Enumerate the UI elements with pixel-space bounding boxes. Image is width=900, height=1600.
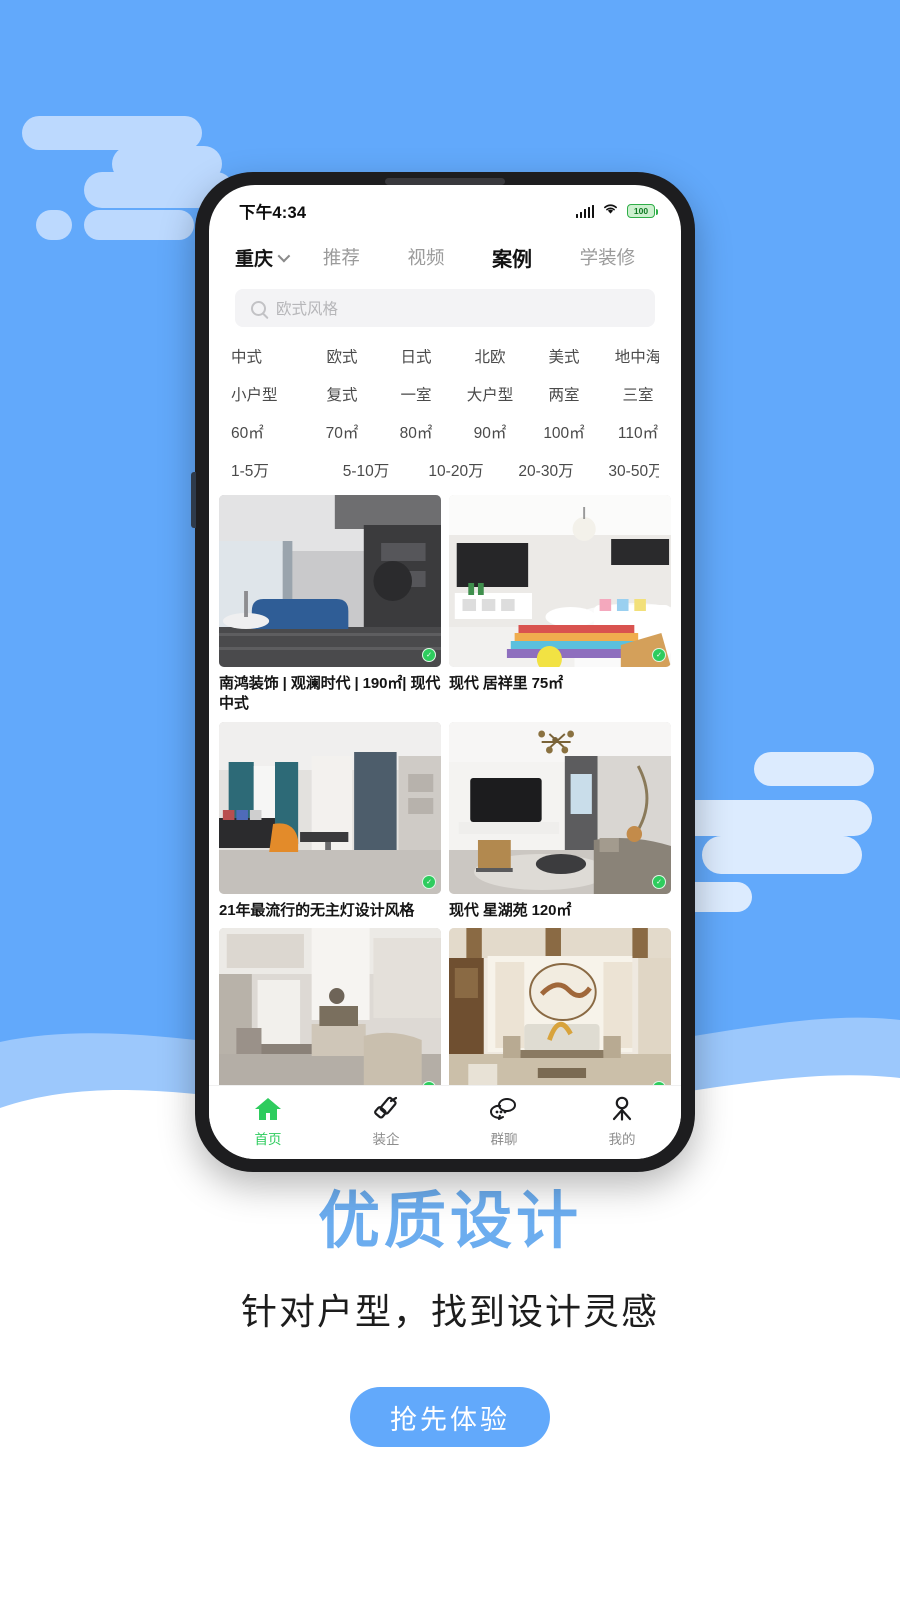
filter-row-layout: 小户型 复式 一室 大户型 两室 三室 <box>231 375 659 413</box>
filter-section: 中式 欧式 日式 北欧 美式 地中海 小户型 复式 一室 大户型 两室 三室 6… <box>209 337 681 489</box>
filter-chip[interactable]: 两室 <box>527 383 601 405</box>
filter-chip[interactable]: 北欧 <box>453 345 527 367</box>
home-icon <box>253 1094 283 1124</box>
city-label: 重庆 <box>235 248 274 270</box>
case-title: 21年最流行的无主灯设计风格 <box>219 901 415 919</box>
search-icon <box>251 300 266 316</box>
filter-chip[interactable]: 复式 <box>305 383 379 405</box>
case-card[interactable]: ✓ 21年最流行的无主灯设计风格 <box>219 721 441 921</box>
status-icons: 100 <box>575 202 659 220</box>
case-card[interactable]: ✓ 现代 星湖苑 120㎡ <box>449 721 671 921</box>
filter-row-style: 中式 欧式 日式 北欧 美式 地中海 <box>231 337 659 375</box>
bottom-navigation: 首页 装企 群聊 我的 <box>209 1085 681 1159</box>
wifi-icon <box>602 202 619 220</box>
phone-mockup: 下午4:34 100 重庆 推荐 视频 案例 学装修 欧式风格 中式 欧式 日式… <box>191 172 695 1172</box>
cloud-bar <box>112 146 222 182</box>
case-card[interactable]: ✓ 现代 居祥里 75㎡ <box>449 495 671 714</box>
filter-chip[interactable]: 美式 <box>527 345 601 367</box>
filter-chip[interactable]: 60㎡ <box>231 421 305 443</box>
search-input[interactable]: 欧式风格 <box>235 289 655 327</box>
tab-cases[interactable]: 案例 <box>492 243 532 272</box>
filter-chip[interactable]: 100㎡ <box>527 421 601 443</box>
top-navigation: 重庆 推荐 视频 案例 学装修 <box>209 231 681 283</box>
filter-chip[interactable]: 10-20万 <box>411 459 501 481</box>
cloud-bar <box>62 116 202 150</box>
filter-chip[interactable]: 地中海 <box>601 345 659 367</box>
tab-video[interactable]: 视频 <box>407 244 444 270</box>
nav-label: 装企 <box>372 1132 400 1147</box>
filter-chip[interactable]: 大户型 <box>453 383 527 405</box>
filter-chip[interactable]: 欧式 <box>305 345 379 367</box>
verified-badge-icon: ✓ <box>652 874 666 889</box>
tab-learn-decoration[interactable]: 学装修 <box>580 244 636 270</box>
signal-bars-icon <box>575 204 594 218</box>
status-bar: 下午4:34 100 <box>209 185 681 231</box>
filter-chip[interactable]: 70㎡ <box>305 421 379 443</box>
filter-chip[interactable]: 1-5万 <box>231 459 321 481</box>
case-title: 现代 星湖苑 120㎡ <box>449 901 572 919</box>
nav-item-group-chat[interactable]: 群聊 <box>462 1094 546 1148</box>
nav-label: 我的 <box>608 1132 636 1147</box>
nav-item-companies[interactable]: 装企 <box>344 1094 428 1148</box>
search-placeholder: 欧式风格 <box>276 301 339 318</box>
filter-chip[interactable]: 中式 <box>231 345 305 367</box>
cloud-bar <box>754 752 874 786</box>
filter-chip[interactable]: 一室 <box>379 383 453 405</box>
cloud-bar <box>84 210 194 240</box>
phone-side-button[interactable] <box>191 472 196 528</box>
case-thumbnail[interactable]: ✓ <box>449 495 671 667</box>
verified-badge-icon: ✓ <box>422 648 436 662</box>
cta-button[interactable]: 抢先体验 <box>350 1387 550 1448</box>
category-tabs: 推荐 视频 案例 学装修 <box>287 243 659 272</box>
promo-title: 优质设计 <box>317 1187 582 1256</box>
status-time: 下午4:34 <box>239 204 307 222</box>
case-card[interactable]: ✓ <box>219 928 441 1085</box>
case-card[interactable]: ✓ <box>449 928 671 1085</box>
cloud-bar <box>772 800 872 836</box>
filter-chip[interactable]: 20-30万 <box>501 459 591 481</box>
filter-chip[interactable]: 80㎡ <box>379 421 453 443</box>
filter-chip[interactable]: 110㎡ <box>601 421 659 443</box>
filter-chip[interactable]: 日式 <box>379 345 453 367</box>
case-thumbnail[interactable]: ✓ <box>449 928 671 1085</box>
case-title: 现代 居祥里 75㎡ <box>449 675 564 692</box>
promo-section: 优质设计 针对户型，找到设计灵感 抢先体验 <box>0 1186 900 1448</box>
nav-item-profile[interactable]: 我的 <box>580 1094 664 1148</box>
hammer-icon <box>371 1094 401 1124</box>
case-thumbnail[interactable]: ✓ <box>219 928 441 1085</box>
filter-chip[interactable]: 30-50万 <box>591 459 659 481</box>
nav-item-home[interactable]: 首页 <box>226 1094 310 1148</box>
nav-label: 首页 <box>254 1132 282 1147</box>
filter-chip[interactable]: 三室 <box>601 383 659 405</box>
person-icon <box>607 1094 637 1124</box>
chat-bubbles-icon <box>489 1094 519 1124</box>
case-thumbnail[interactable]: ✓ <box>219 721 441 894</box>
nav-label: 群聊 <box>490 1132 518 1147</box>
filter-row-area: 60㎡ 70㎡ 80㎡ 90㎡ 100㎡ 110㎡ <box>231 413 659 451</box>
filter-chip[interactable]: 小户型 <box>231 383 305 405</box>
cloud-bar <box>22 116 102 150</box>
case-title: 南鸿装饰 | 观澜时代 | 190㎡| 现代中式 <box>219 675 441 712</box>
search-section: 欧式风格 <box>209 283 681 337</box>
verified-badge-icon: ✓ <box>422 874 436 889</box>
case-feed-grid: ✓ 南鸿装饰 | 观澜时代 | 190㎡| 现代中式 ✓ 现代 居祥里 75㎡ … <box>209 489 681 1085</box>
case-thumbnail[interactable]: ✓ <box>219 495 441 667</box>
promo-subtitle: 针对户型，找到设计灵感 <box>240 1291 659 1333</box>
case-thumbnail[interactable]: ✓ <box>449 721 671 894</box>
filter-row-budget: 1-5万 5-10万 10-20万 20-30万 30-50万 <box>231 451 659 489</box>
phone-screen: 下午4:34 100 重庆 推荐 视频 案例 学装修 欧式风格 中式 欧式 日式… <box>209 185 681 1159</box>
filter-chip[interactable]: 90㎡ <box>453 421 527 443</box>
city-selector[interactable]: 重庆 <box>235 244 291 271</box>
tab-recommend[interactable]: 推荐 <box>323 244 360 270</box>
cloud-bar <box>36 210 72 240</box>
filter-chip[interactable]: 5-10万 <box>321 459 411 481</box>
cloud-bar <box>702 836 862 874</box>
verified-badge-icon: ✓ <box>652 648 666 662</box>
battery-icon: 100 <box>627 204 659 218</box>
case-card[interactable]: ✓ 南鸿装饰 | 观澜时代 | 190㎡| 现代中式 <box>219 495 441 714</box>
battery-level: 100 <box>633 205 649 216</box>
